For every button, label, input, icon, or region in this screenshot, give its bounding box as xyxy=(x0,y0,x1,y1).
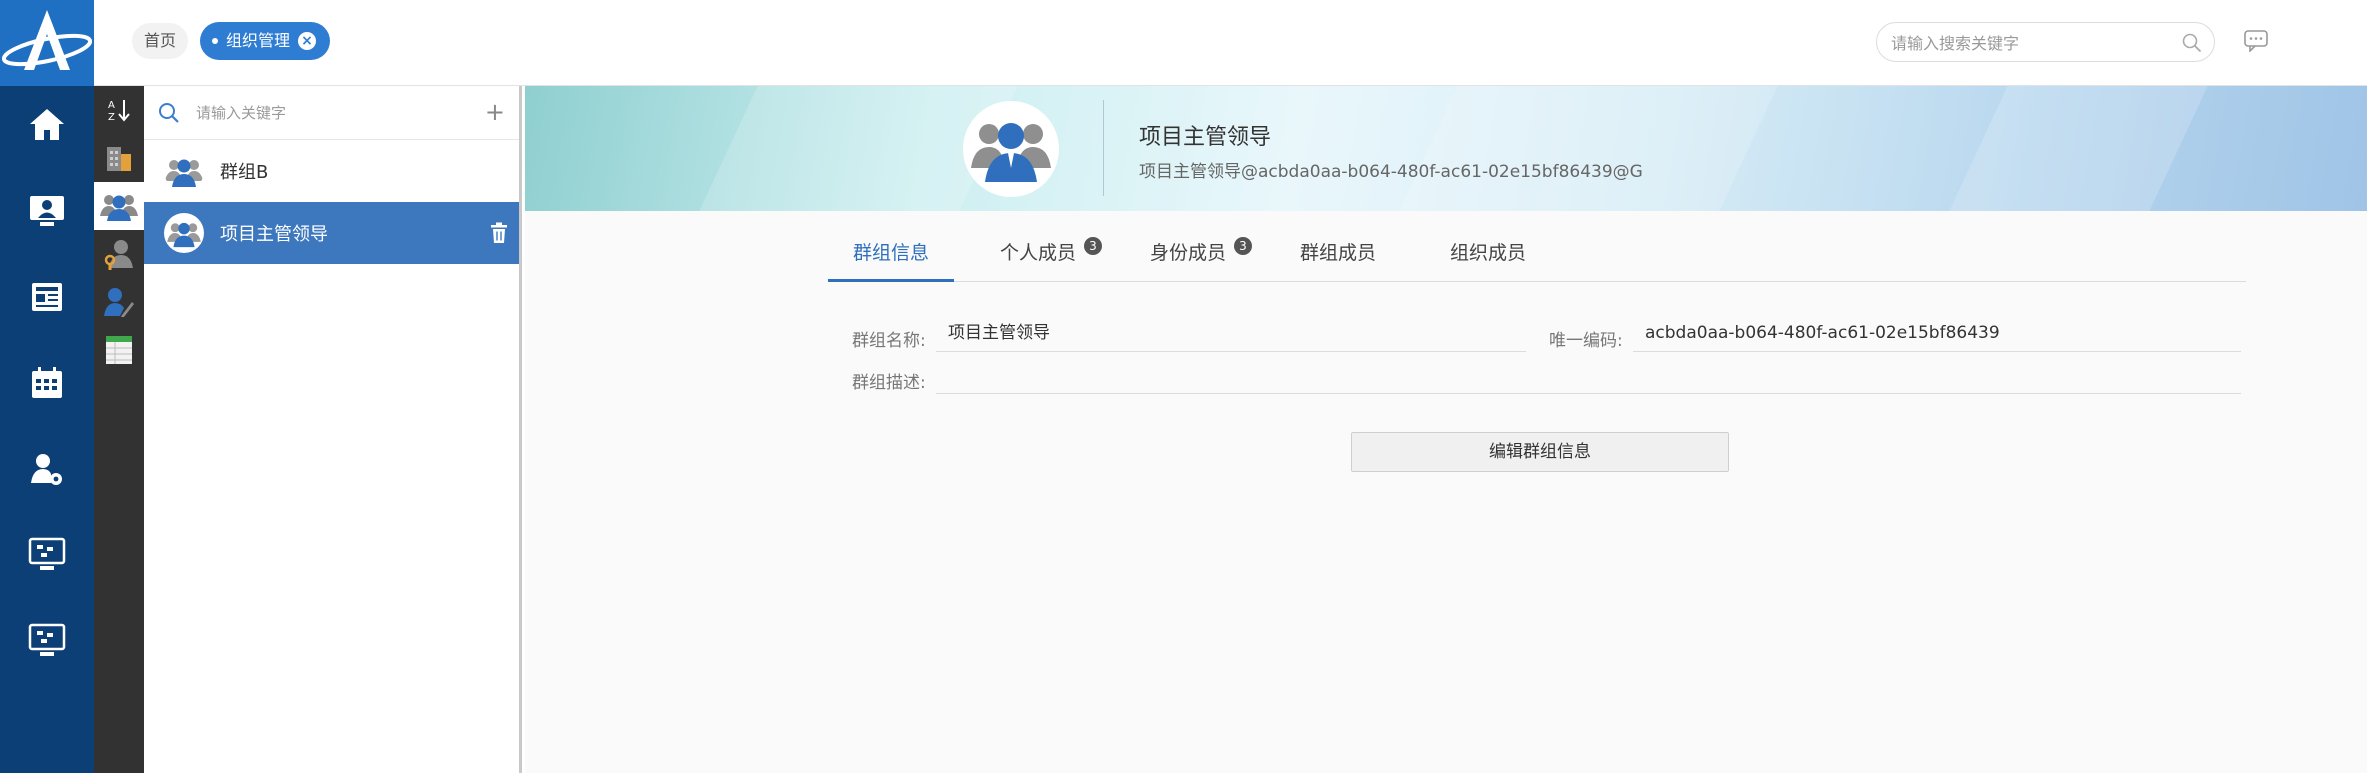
home-icon xyxy=(30,109,64,140)
group-icon xyxy=(100,195,138,221)
svg-text:Z: Z xyxy=(108,112,115,123)
user-edit-icon xyxy=(104,288,134,317)
group-email: 项目主管领导@acbda0aa-b064-480f-ac61-02e15bf86… xyxy=(1139,162,1643,182)
group-name-label: 群组名称: xyxy=(852,331,926,351)
strip-table[interactable] xyxy=(94,326,144,374)
group-avatar-large xyxy=(963,101,1059,197)
group-search-input[interactable] xyxy=(196,101,466,125)
strip-sort[interactable]: AZ xyxy=(94,86,144,134)
banner-decoration xyxy=(1383,86,1787,211)
app-logo[interactable] xyxy=(0,0,94,86)
strip-role[interactable] xyxy=(94,230,144,278)
tab-org-management[interactable]: 组织管理 × xyxy=(200,22,331,60)
group-icon xyxy=(165,159,203,187)
nav-home[interactable] xyxy=(0,94,94,154)
group-icon xyxy=(167,222,201,248)
global-search-input[interactable] xyxy=(1891,31,2171,55)
building-icon xyxy=(107,147,131,171)
detail-tabs: 群组信息 个人成员 3 身份成员 3 群组成员 组织成员 xyxy=(828,232,2246,282)
count-badge: 3 xyxy=(1084,237,1102,255)
group-avatar xyxy=(164,213,204,253)
tab-identity-members[interactable]: 身份成员 3 xyxy=(1138,232,1252,282)
nav-user-settings[interactable] xyxy=(0,439,94,499)
tab-label: 群组信息 xyxy=(852,242,929,264)
message-icon[interactable] xyxy=(2244,30,2268,56)
sort-az-icon: AZ xyxy=(108,100,130,123)
group-icon xyxy=(971,123,1051,182)
group-list-panel: + 群组B 项目主管领导 xyxy=(144,86,522,773)
tab-label: 组织管理 xyxy=(226,31,291,50)
group-search: + xyxy=(144,86,519,140)
tab-org-members[interactable]: 组织成员 xyxy=(1438,232,1538,282)
group-title: 项目主管领导 xyxy=(1139,125,1272,150)
group-name-value: 项目主管领导 xyxy=(936,318,1526,352)
logo-icon xyxy=(1,10,93,70)
active-dot-icon xyxy=(212,38,218,44)
tab-label: 群组成员 xyxy=(1299,242,1376,264)
unique-code-value: acbda0aa-b064-480f-ac61-02e15bf86439 xyxy=(1633,318,2241,352)
nav-user-monitor[interactable] xyxy=(0,181,94,241)
tab-personal-members[interactable]: 个人成员 3 xyxy=(988,232,1102,282)
nav-dashboard[interactable] xyxy=(0,525,94,585)
strip-building[interactable] xyxy=(94,134,144,182)
nav-news[interactable] xyxy=(0,267,94,327)
group-detail-panel: 项目主管领导 项目主管领导@acbda0aa-b064-480f-ac61-02… xyxy=(525,86,2367,773)
group-banner: 项目主管领导 项目主管领导@acbda0aa-b064-480f-ac61-02… xyxy=(525,86,2367,211)
top-header: 首页 组织管理 × xyxy=(94,0,2367,86)
edit-group-button[interactable]: 编辑群组信息 xyxy=(1351,432,1729,472)
group-name: 群组B xyxy=(220,162,269,183)
calendar-icon xyxy=(32,367,62,398)
close-tab-icon[interactable]: × xyxy=(298,32,317,50)
strip-user-edit[interactable] xyxy=(94,278,144,326)
tab-label: 身份成员 xyxy=(1149,242,1226,264)
search-icon[interactable] xyxy=(2182,33,2202,57)
delete-icon[interactable] xyxy=(489,222,509,248)
dashboard-alt-icon xyxy=(28,623,66,656)
monitor-user-icon xyxy=(30,196,64,226)
tab-group-info[interactable]: 群组信息 xyxy=(828,232,954,282)
banner-decoration xyxy=(1933,86,2217,211)
strip-group[interactable] xyxy=(94,182,144,230)
news-icon xyxy=(32,283,62,311)
search-icon[interactable] xyxy=(158,102,180,128)
list-item[interactable]: 群组B xyxy=(144,140,519,202)
tab-label: 组织成员 xyxy=(1449,242,1526,264)
group-avatar xyxy=(164,151,204,191)
group-name: 项目主管领导 xyxy=(220,224,328,245)
group-desc-label: 群组描述: xyxy=(852,373,926,393)
tab-group-members[interactable]: 群组成员 xyxy=(1288,232,1388,282)
svg-text:A: A xyxy=(108,100,115,111)
add-group-button[interactable]: + xyxy=(485,98,505,126)
global-search xyxy=(1876,22,2215,62)
table-icon xyxy=(106,336,132,364)
nav-dashboard-alt[interactable] xyxy=(0,611,94,671)
unique-code-label: 唯一编码: xyxy=(1549,331,1623,351)
user-settings-icon xyxy=(31,454,62,485)
list-item-selected[interactable]: 项目主管领导 xyxy=(144,202,519,264)
tab-label: 个人成员 xyxy=(999,242,1076,264)
main-nav xyxy=(0,86,94,773)
sub-nav-strip: AZ xyxy=(94,86,144,773)
banner-divider xyxy=(1103,100,1104,196)
group-desc-value xyxy=(936,360,2241,394)
breadcrumb-home[interactable]: 首页 xyxy=(132,23,189,59)
role-key-icon xyxy=(104,240,133,270)
nav-calendar[interactable] xyxy=(0,353,94,413)
count-badge: 3 xyxy=(1234,237,1252,255)
dashboard-icon xyxy=(28,537,66,570)
